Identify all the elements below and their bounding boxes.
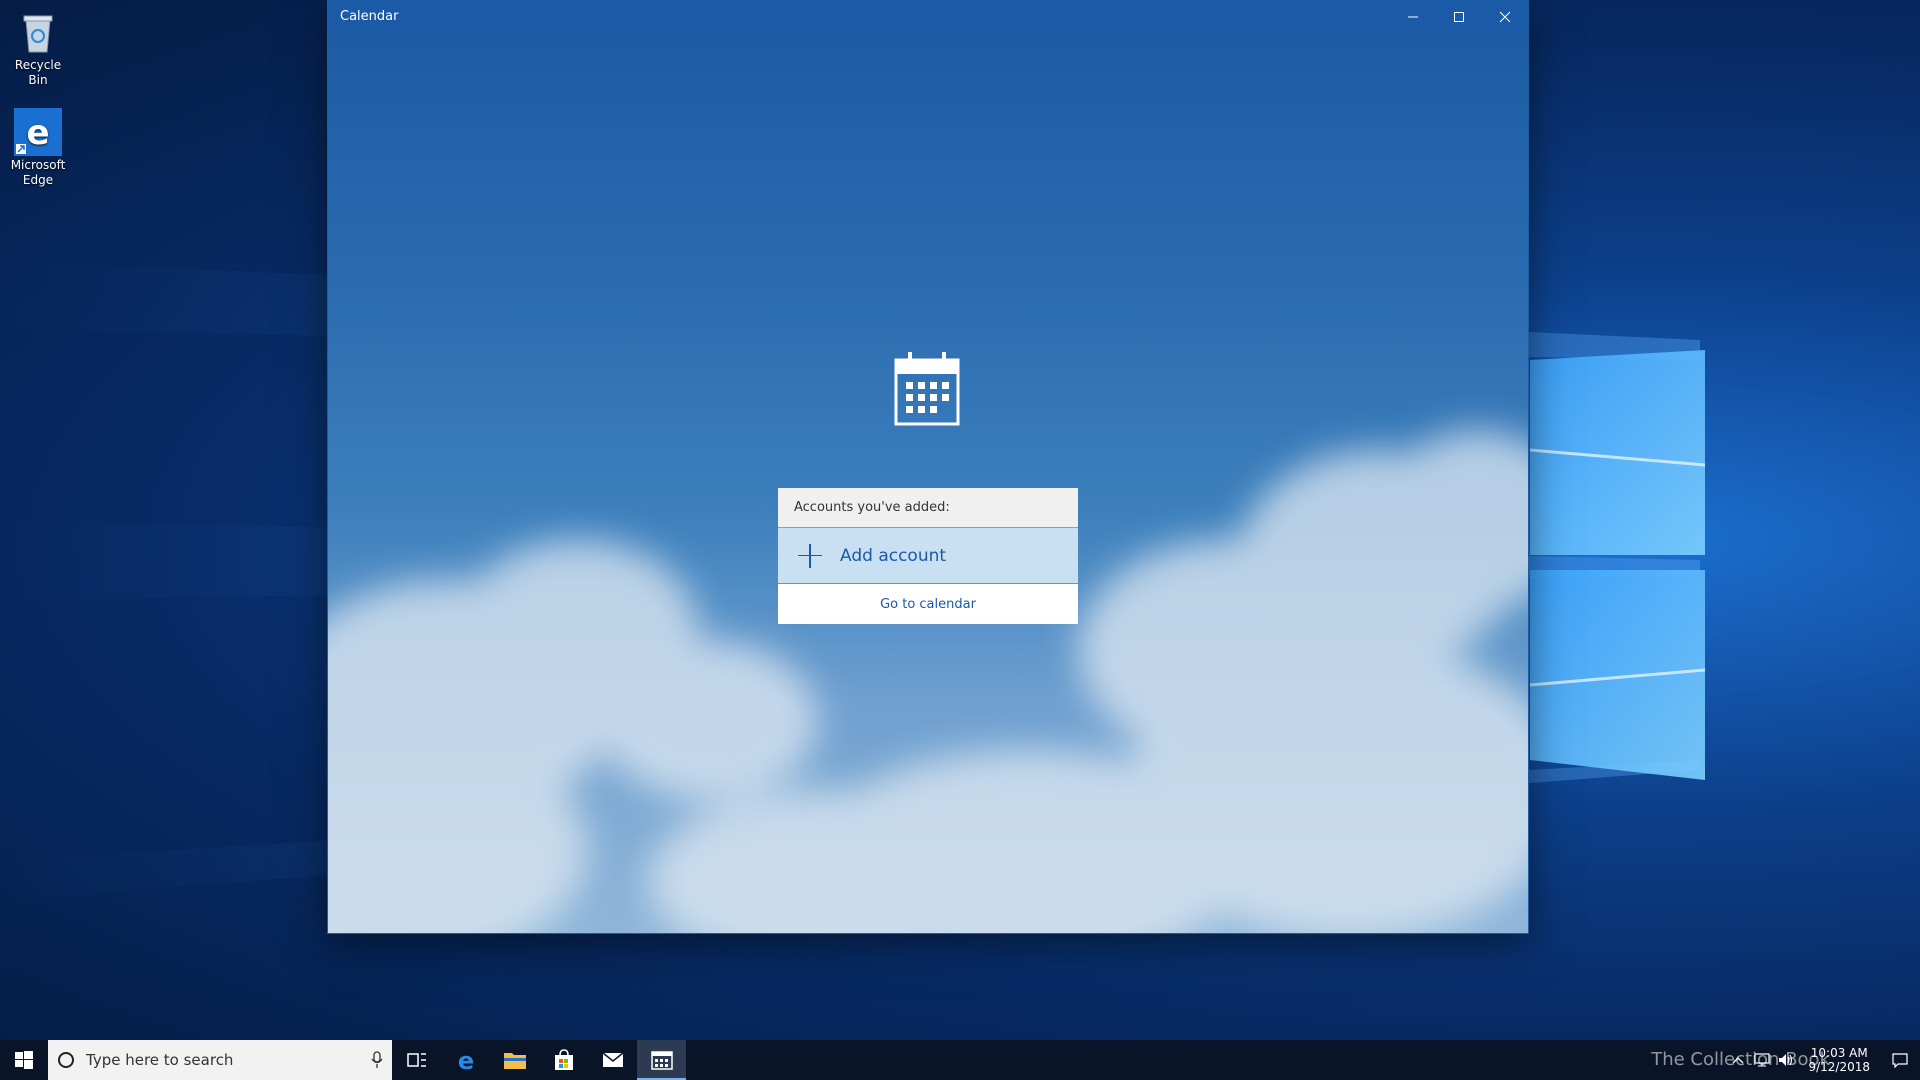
calendar-icon [650,1051,673,1070]
desktop-icon-recycle-bin[interactable]: Recycle Bin [4,8,72,88]
edge-icon: e [457,1048,473,1072]
taskbar: Type here to search e 10:03 AM 9/12/2018 [0,1040,1920,1080]
desktop-icon-edge[interactable]: e Microsoft Edge [4,108,72,188]
start-button[interactable] [0,1040,48,1080]
close-button[interactable] [1482,0,1528,33]
taskbar-store[interactable] [539,1040,588,1080]
watermark-text: The Collection Book [1651,1049,1830,1070]
plus-icon [798,543,822,568]
accounts-panel: Accounts you've added: Add account Go to… [778,488,1078,624]
add-account-label: Add account [840,545,947,566]
svg-text:e: e [26,113,49,153]
search-placeholder: Type here to search [86,1051,234,1069]
svg-text:e: e [457,1048,473,1072]
go-to-calendar-button[interactable]: Go to calendar [778,584,1078,624]
clouds-background [328,430,1528,933]
action-center-icon[interactable] [1880,1052,1920,1068]
microphone-icon[interactable] [362,1051,392,1069]
add-account-button[interactable]: Add account [778,528,1078,584]
store-icon [554,1049,573,1070]
close-icon [1499,11,1511,22]
mail-icon [602,1052,623,1067]
calendar-window: Calendar Accounts you've added: Add acco… [328,0,1528,933]
maximize-button[interactable] [1436,0,1482,33]
maximize-icon [1454,11,1464,22]
taskbar-edge[interactable]: e [441,1040,490,1080]
windows-logo-wallpaper [1529,350,1706,780]
accounts-header: Accounts you've added: [778,488,1078,528]
task-view-button[interactable] [392,1040,441,1080]
window-titlebar[interactable]: Calendar [328,0,1528,33]
taskbar-search-box[interactable]: Type here to search [48,1040,392,1080]
edge-icon: e [14,108,62,156]
calendar-icon [894,352,960,426]
desktop-icon-label: Recycle Bin [14,58,62,87]
task-view-icon [406,1053,426,1067]
file-explorer-icon [503,1053,526,1069]
taskbar-calendar[interactable] [637,1040,686,1080]
desktop-icon-label: Microsoft Edge [10,158,66,187]
cortana-icon [58,1052,74,1068]
taskbar-mail[interactable] [588,1040,637,1080]
minimize-icon [1408,16,1418,17]
window-title: Calendar [340,9,399,24]
recycle-bin-icon [23,15,53,53]
windows-start-icon [15,1051,33,1069]
minimize-button[interactable] [1390,0,1436,33]
taskbar-file-explorer[interactable] [490,1040,539,1080]
